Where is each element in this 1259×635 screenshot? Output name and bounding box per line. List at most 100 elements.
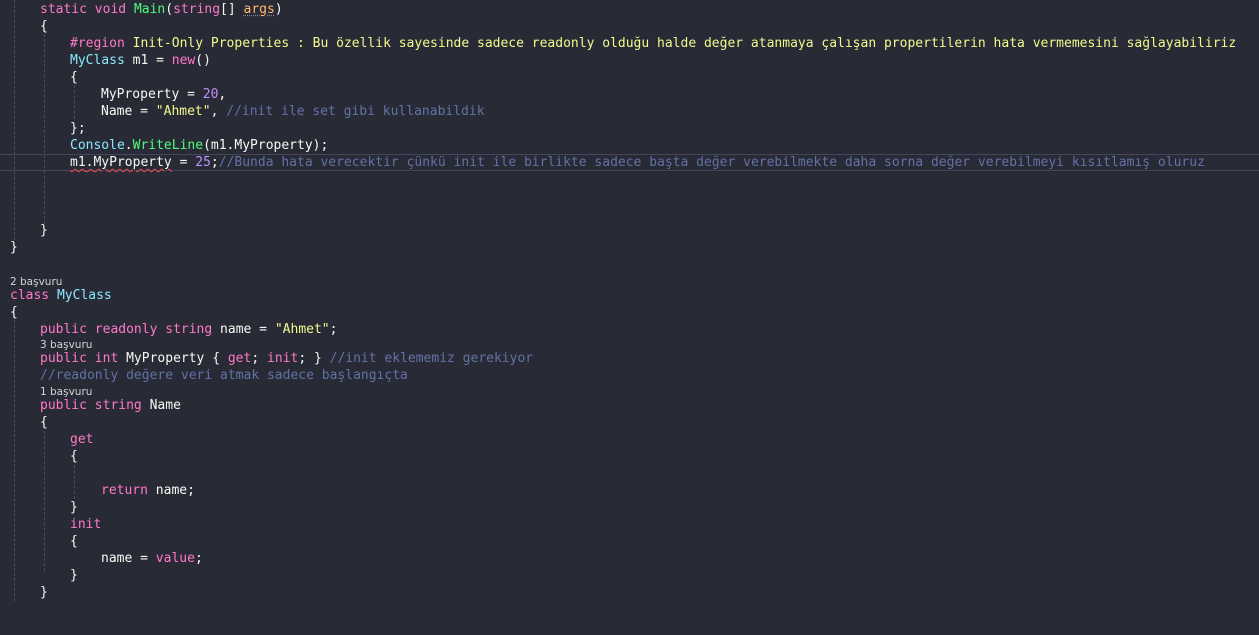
code-line-current[interactable]: m1.MyProperty = 25;//Bunda hata verecekt… [0,154,1259,171]
punctuation: ; [194,551,203,566]
code-line[interactable]: { [0,304,1259,321]
code-line[interactable]: { [0,448,1259,465]
keyword: public [40,351,87,366]
code-line[interactable]: get [0,431,1259,448]
keyword: string [173,2,221,17]
class-name[interactable]: MyClass [57,288,112,303]
code-line[interactable]: public readonly string name = "Ahmet"; [0,321,1259,338]
code-line[interactable]: { [0,414,1259,431]
open-brace: { [70,70,78,85]
keyword: string [165,322,213,337]
punctuation: ; [251,351,267,366]
comment: //init ile set gibi kullanabildik [226,104,485,119]
close-brace: }; [70,121,86,136]
code-line[interactable]: } [0,584,1259,601]
open-brace: { [40,19,48,34]
comment: //Bunda hata verecektir çünkü init ile b… [218,155,1205,170]
comment: //readonly değere veri atmak sadece başl… [40,368,408,383]
operator: = [171,155,196,170]
code-line[interactable]: name = value; [0,550,1259,567]
punctuation: ; [329,322,338,337]
keyword: int [94,351,119,366]
keyword: init [267,351,299,366]
code-line[interactable]: } [0,222,1259,239]
code-line[interactable]: public int MyProperty { get; init; } //i… [0,350,1259,367]
keyword: void [94,2,127,17]
string-literal: "Ahmet" [155,104,211,119]
keyword: new [171,53,196,68]
punctuation: ; } [298,351,330,366]
code-line[interactable]: } [0,567,1259,584]
open-brace: { [10,305,18,320]
region-name: Init-Only Properties : Bu özellik sayesi… [124,36,1237,51]
method-name[interactable]: Main [134,2,165,17]
close-brace: } [10,240,18,255]
keyword: string [94,398,142,413]
code-editor[interactable]: static void Main(string[] args) { #regio… [0,0,1259,601]
punctuation: ; [210,155,219,170]
keyword: get [227,351,252,366]
type-name[interactable]: Console [70,138,125,153]
method-arguments: (m1.MyProperty); [203,138,329,153]
punctuation: , [210,104,227,119]
variable-reference: m1 [70,155,86,170]
error-squiggle-target[interactable]: m1.MyProperty [70,155,172,170]
code-line[interactable]: #region Init-Only Properties : Bu özelli… [0,35,1259,52]
punctuation: ( [165,2,174,17]
keyword: class [10,288,50,303]
property-declaration: Name [141,398,181,413]
close-brace: } [70,568,78,583]
code-line[interactable]: init [0,516,1259,533]
property-reference: MyProperty [93,155,172,170]
keyword: static [40,2,87,17]
keyword: readonly [94,322,158,337]
close-brace: } [40,223,48,238]
close-brace: } [40,585,48,600]
keyword: public [40,398,87,413]
code-line[interactable]: }; [0,120,1259,137]
string-literal: "Ahmet" [274,322,330,337]
punctuation: ) [274,2,283,17]
keyword: value [155,551,195,566]
code-line[interactable]: //readonly değere veri atmak sadece başl… [0,367,1259,384]
punctuation: [] [220,2,244,17]
code-line[interactable]: return name; [0,482,1259,499]
keyword: init [70,517,102,532]
code-line[interactable]: { [0,69,1259,86]
code-line[interactable]: public string Name [0,397,1259,414]
property-declaration: MyProperty { [118,351,228,366]
assignment-target: name = [101,551,156,566]
property-assignment: MyProperty = [101,87,203,102]
code-line[interactable]: MyClass m1 = new() [0,52,1259,69]
variable-declaration: m1 = [124,53,172,68]
code-line[interactable]: class MyClass [0,287,1259,304]
close-brace: } [70,500,78,515]
keyword: public [40,322,87,337]
code-line[interactable]: { [0,18,1259,35]
field-name: name = [212,322,275,337]
open-brace: { [70,449,78,464]
property-assignment: Name = [101,104,156,119]
type-name[interactable]: MyClass [70,53,125,68]
code-line[interactable]: } [0,499,1259,516]
keyword: return [101,483,148,498]
code-line[interactable]: static void Main(string[] args) [0,1,1259,18]
code-line[interactable]: } [0,239,1259,256]
code-line[interactable]: { [0,533,1259,550]
open-brace: { [40,415,48,430]
code-line[interactable]: Console.WriteLine(m1.MyProperty); [0,137,1259,154]
comment: //init eklememiz gerekiyor [329,351,534,366]
open-brace: { [70,534,78,549]
code-line[interactable]: Name = "Ahmet", //init ile set gibi kull… [0,103,1259,120]
method-name[interactable]: WriteLine [133,138,203,153]
number-literal: 25 [195,155,211,170]
return-expression: name; [147,483,195,498]
region-directive[interactable]: #region [70,36,125,51]
keyword: get [70,432,94,447]
punctuation: . [124,138,133,153]
punctuation: () [195,53,211,68]
parameter-name[interactable]: args [244,2,275,17]
code-line[interactable]: MyProperty = 20, [0,86,1259,103]
punctuation: , [218,87,227,102]
number-literal: 20 [202,87,219,102]
